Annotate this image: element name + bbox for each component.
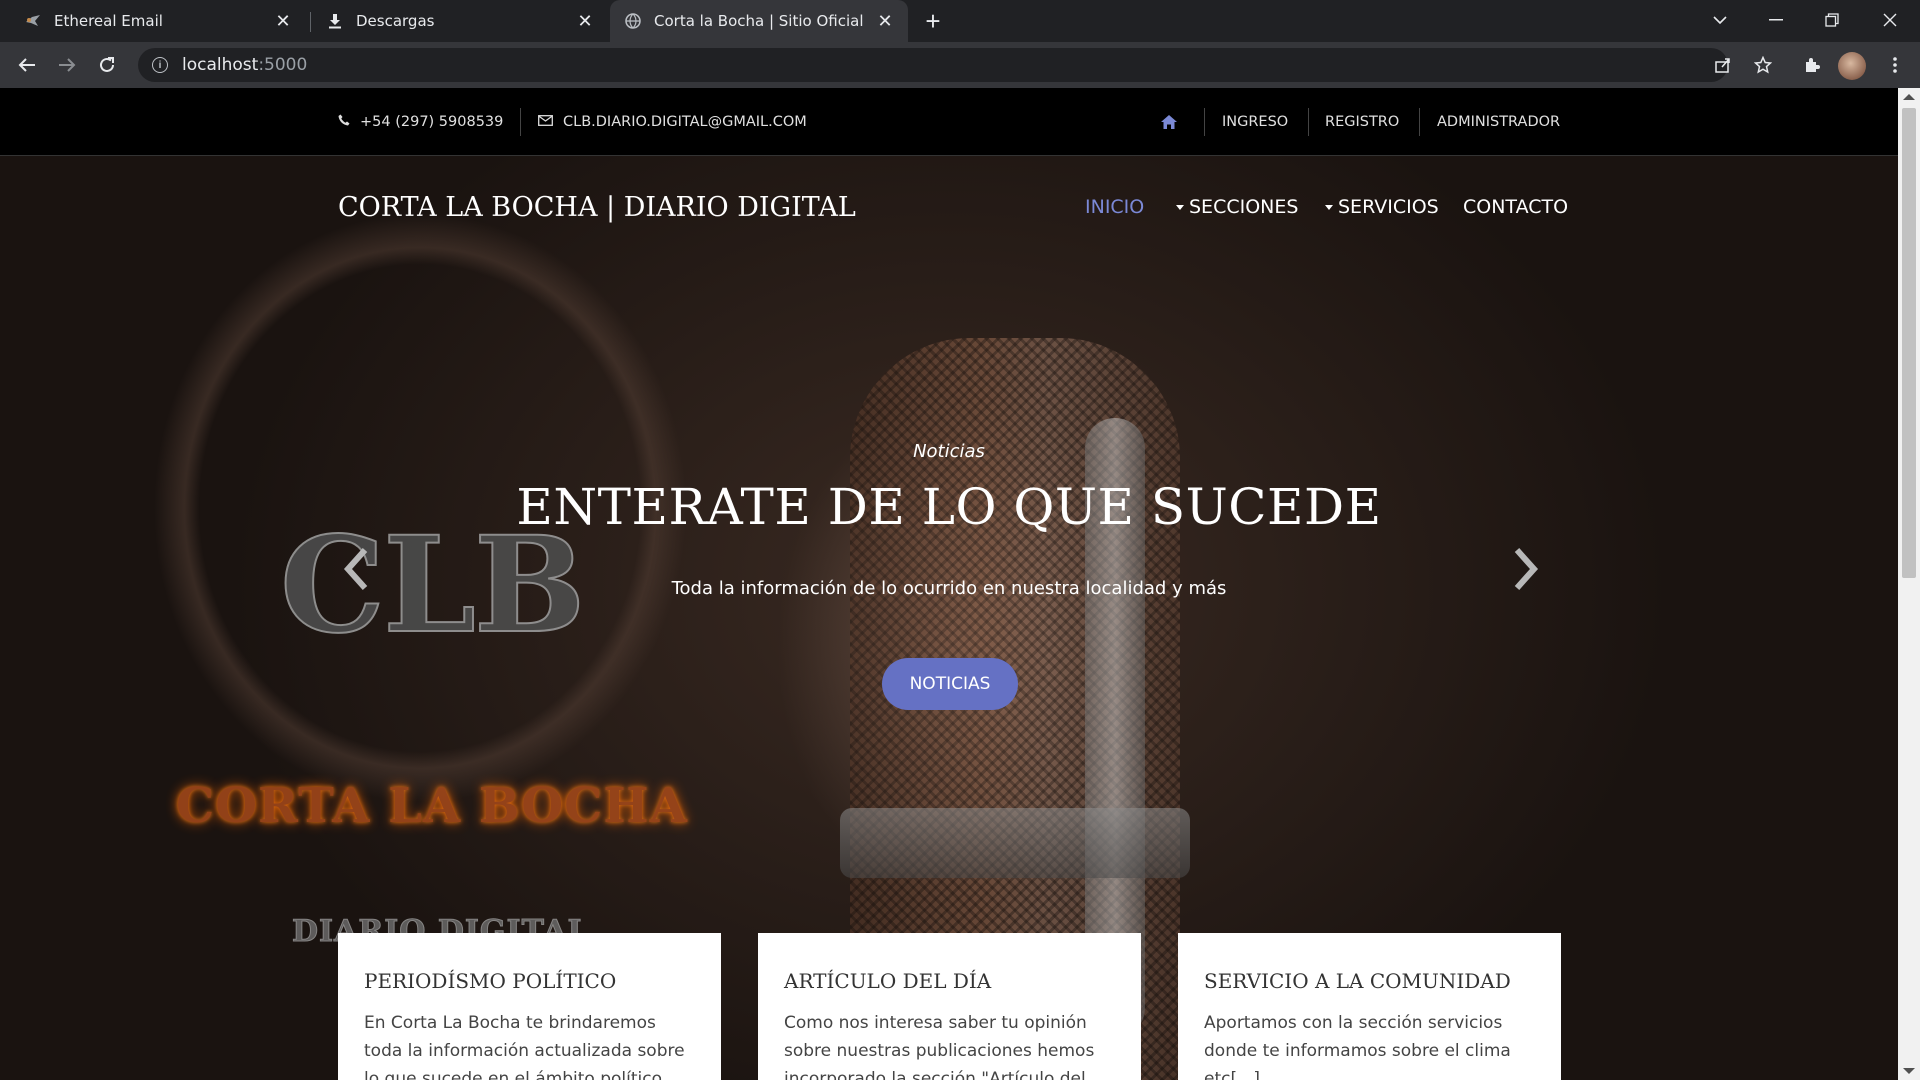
page-viewport: CLB CORTA LA BOCHA DIARIO DIGITAL +54 (2… [0,88,1898,1080]
nav-secciones[interactable]: SECCIONES [1176,192,1298,222]
email-address: CLB.DIARIO.DIGITAL@GMAIL.COM [563,114,807,130]
tab-corta-la-bocha[interactable]: Corta la Bocha | Sitio Oficial ✕ [610,0,908,42]
hero-subtitle: Toda la información de lo ocurrido en nu… [671,578,1227,599]
scroll-down-icon[interactable] [1903,1068,1915,1074]
card-text: Aportamos con la sección servicios donde… [1204,1013,1511,1080]
close-icon[interactable]: ✕ [274,11,292,32]
page-scrollbar[interactable] [1898,88,1920,1080]
register-link[interactable]: REGISTRO [1325,88,1399,156]
tab-descargas[interactable]: Descargas ✕ [312,0,608,42]
tab-search-icon[interactable] [1692,0,1748,40]
globe-icon [624,12,642,30]
site-info-icon[interactable]: i [152,57,168,73]
bookmark-star-icon[interactable] [1748,50,1778,80]
download-icon [326,12,344,30]
phone-icon [338,114,350,130]
card-title: SERVICIO A LA COMUNIDAD [1204,969,1511,993]
envelope-icon [538,114,553,130]
card-text: En Corta La Bocha te brindaremos toda la… [364,1013,685,1080]
email-contact[interactable]: CLB.DIARIO.DIGITAL@GMAIL.COM [538,88,807,156]
extensions-icon[interactable] [1797,50,1827,80]
ethereal-favicon-icon [24,12,42,30]
nav-label: SERVICIOS [1338,196,1439,218]
address-bar[interactable]: i localhost:5000 [138,48,1728,82]
tab-label: Ethereal Email [54,12,163,30]
feature-card-servicio: SERVICIO A LA COMUNIDAD Aportamos con la… [1178,933,1561,1080]
forward-icon[interactable] [52,50,82,80]
back-icon[interactable] [12,50,42,80]
caret-down-icon [1325,204,1333,210]
browser-toolbar: i localhost:5000 [0,42,1920,88]
admin-link[interactable]: ADMINISTRADOR [1437,88,1560,156]
phone-number: +54 (297) 5908539 [360,114,504,130]
browser-tab-bar: Ethereal Email ✕ Descargas ✕ Corta la Bo… [0,0,1920,42]
login-link[interactable]: INGRESO [1222,88,1288,156]
card-title: PERIODÍSMO POLÍTICO [364,969,617,993]
divider [1419,108,1420,136]
caret-down-icon [1176,204,1184,210]
scrollbar-thumb[interactable] [1902,108,1916,578]
top-contact-bar: +54 (297) 5908539 CLB.DIARIO.DIGITAL@GMA… [0,88,1898,156]
home-icon[interactable] [1160,114,1178,130]
share-icon[interactable] [1708,50,1738,80]
card-title: ARTÍCULO DEL DÍA [784,969,992,993]
phone-contact[interactable]: +54 (297) 5908539 [338,88,503,156]
divider [520,108,521,136]
close-icon[interactable]: ✕ [876,11,894,32]
scroll-up-icon[interactable] [1903,94,1915,100]
site-brand[interactable]: CORTA LA BOCHA | DIARIO DIGITAL [338,192,856,223]
nav-contacto[interactable]: CONTACTO [1463,192,1568,222]
restore-icon[interactable] [1804,0,1860,40]
logo-name: CORTA LA BOCHA [176,778,688,834]
nav-inicio[interactable]: INICIO [1085,192,1144,222]
microphone-ring [840,808,1190,878]
tab-ethereal-email[interactable]: Ethereal Email ✕ [10,0,306,42]
new-tab-icon[interactable]: + [918,6,948,36]
nav-servicios[interactable]: SERVICIOS [1325,192,1439,222]
tab-label: Corta la Bocha | Sitio Oficial [654,12,864,30]
divider [1204,108,1205,136]
card-text: Como nos interesa saber tu opinión sobre… [784,1013,1095,1080]
profile-avatar[interactable] [1838,52,1866,80]
feature-card-politica: PERIODÍSMO POLÍTICO En Corta La Bocha te… [338,933,721,1080]
carousel-prev-icon[interactable] [336,541,376,597]
divider [1308,108,1309,136]
hero-title: ENTERATE DE LO QUE SUCEDE [516,478,1382,536]
menu-kebab-icon[interactable] [1880,50,1910,80]
reload-icon[interactable] [92,50,122,80]
close-window-icon[interactable] [1862,0,1918,40]
carousel-next-icon[interactable] [1506,541,1546,597]
noticias-button[interactable]: NOTICIAS [882,658,1018,710]
tab-label: Descargas [356,12,435,30]
url-host: localhost [182,55,259,75]
close-icon[interactable]: ✕ [576,11,594,32]
url-port: :5000 [258,55,308,75]
hero-kicker: Noticias [913,441,985,462]
minimize-icon[interactable] [1748,0,1804,40]
nav-label: SECCIONES [1189,196,1299,218]
tab-separator [310,12,311,32]
feature-card-articulo: ARTÍCULO DEL DÍA Como nos interesa saber… [758,933,1141,1080]
